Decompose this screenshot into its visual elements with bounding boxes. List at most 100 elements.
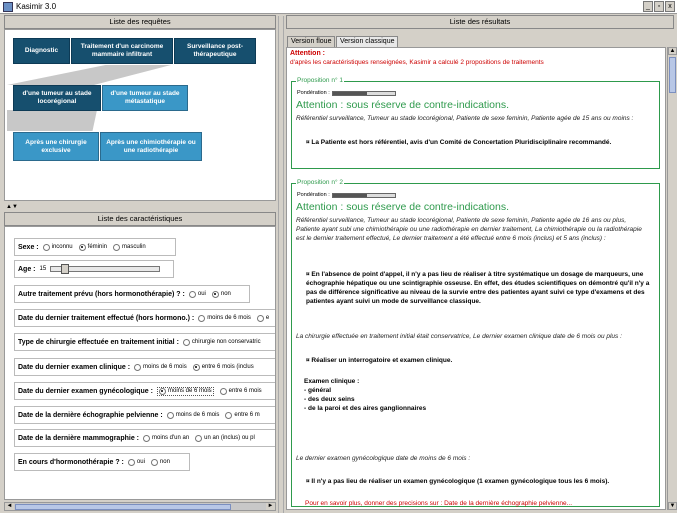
radio-icon: [127, 458, 135, 466]
date-echographie-label: Date de la dernière échographie pelvienn…: [18, 411, 163, 419]
requests-panel: Diagnostic Traitement d'un carcinome mam…: [4, 29, 276, 201]
date-echographie-option[interactable]: moins de 6 mois: [166, 411, 219, 419]
characteristics-panel: Sexe : inconnu féminin masculin Age : 15…: [4, 226, 276, 500]
maximize-button[interactable]: ▫: [654, 1, 664, 12]
proposition-2-warning: Attention : sous réserve de contre-indic…: [296, 201, 510, 213]
proposition-2-rec1: ¤ En l'absence de point d'appel, il n'y …: [306, 271, 650, 305]
sexe-row: Sexe : inconnu féminin masculin: [14, 238, 176, 256]
type-chirurgie-option[interactable]: chirurgie non conservatric: [182, 338, 261, 346]
scroll-left-icon[interactable]: ◄: [5, 503, 14, 510]
date-examen-clinique-option[interactable]: moins de 6 mois: [134, 363, 187, 371]
age-slider[interactable]: [50, 264, 161, 274]
date-examen-clinique-option[interactable]: entre 6 mois (inclus: [192, 363, 254, 371]
minimize-button[interactable]: _: [643, 1, 653, 12]
hormonotherapie-non[interactable]: non: [150, 458, 170, 466]
scroll-up-icon[interactable]: ▲: [668, 47, 677, 55]
date-dernier-traitement-row: Date du dernier traitement effectué (hor…: [14, 309, 275, 327]
request-locoregional[interactable]: d'une tumeur au stade locorégional: [13, 85, 101, 111]
request-traitement[interactable]: Traitement d'un carcinome mammaire infil…: [71, 38, 173, 64]
requests-panel-header: Liste des requêtes: [4, 15, 276, 29]
exam-title: Examen clinique :: [304, 378, 360, 385]
radio-selected-icon: [211, 290, 219, 298]
date-mammographie-row: Date de la dernière mammographie : moins…: [14, 429, 275, 447]
characteristics-horizontal-scrollbar[interactable]: ◄ ►: [4, 502, 276, 511]
autre-traitement-non[interactable]: non: [211, 290, 231, 298]
request-diagnostic[interactable]: Diagnostic: [13, 38, 70, 64]
proposition-2-context3: Le dernier examen gynécologique date de …: [296, 455, 471, 462]
ponderation-fill: [332, 193, 367, 197]
vertical-splitter[interactable]: [278, 16, 284, 513]
date-dernier-traitement-option[interactable]: moins de 6 mois: [198, 314, 251, 322]
date-mammographie-option[interactable]: un an (inclus) ou pl: [195, 434, 255, 442]
autre-traitement-oui[interactable]: oui: [188, 290, 206, 298]
date-examen-gyneco-option[interactable]: moins de 6 mois: [156, 386, 214, 396]
tab-version-floue[interactable]: Version floue: [287, 36, 336, 47]
date-echographie-option[interactable]: entre 6 m: [225, 411, 260, 419]
close-button[interactable]: x: [665, 1, 675, 12]
sexe-option-inconnu[interactable]: inconnu: [42, 243, 73, 251]
sexe-label: Sexe :: [18, 243, 39, 251]
date-examen-gyneco-row: Date du dernier examen gynécologique : m…: [14, 382, 275, 400]
request-connector: [7, 65, 171, 85]
scrollbar-thumb[interactable]: [15, 504, 231, 510]
date-examen-gyneco-label: Date du dernier examen gynécologique :: [18, 387, 153, 395]
autre-traitement-label: Autre traitement prévu (hors hormonothér…: [18, 290, 185, 298]
splitter-arrows-icon: ▲▼: [6, 204, 18, 210]
date-dernier-traitement-label: Date du dernier traitement effectué (hor…: [18, 314, 195, 322]
horizontal-splitter[interactable]: ▲▼: [4, 204, 276, 212]
ponderation-bar: [331, 90, 396, 96]
request-metastatique[interactable]: d'une tumeur au stade métastatique: [102, 85, 188, 111]
radio-selected-icon: [158, 387, 166, 395]
request-surveillance[interactable]: Surveillance post-thérapeutique: [174, 38, 256, 64]
window-title-bar: Kasimir 3.0 _ ▫ x: [0, 0, 677, 14]
age-label: Age :: [18, 265, 36, 273]
sexe-option-feminin[interactable]: féminin: [78, 243, 107, 251]
type-chirurgie-row: Type de chirurgie effectuée en traitemen…: [14, 333, 275, 351]
request-chimio-radio[interactable]: Après une chimiothérapie ou une radiothé…: [100, 132, 202, 161]
type-chirurgie-label: Type de chirurgie effectuée en traitemen…: [18, 338, 179, 346]
proposition-2-rec2: ¤ Réaliser un interrogatoire et examen c…: [306, 357, 453, 364]
date-examen-clinique-row: Date du dernier examen clinique : moins …: [14, 358, 275, 376]
proposition-1-recommendation: ¤ La Patiente est hors référentiel, avis…: [306, 139, 612, 146]
scroll-down-icon[interactable]: ▼: [668, 502, 677, 510]
radio-icon: [42, 243, 50, 251]
date-echographie-row: Date de la dernière échographie pelvienn…: [14, 406, 275, 424]
proposition-2-ponderation: Pondération :: [297, 192, 396, 198]
proposition-1-ponderation: Pondération :: [297, 90, 396, 96]
date-dernier-traitement-option[interactable]: e: [256, 314, 269, 322]
window-title: Kasimir 3.0: [16, 2, 57, 11]
radio-icon: [166, 411, 174, 419]
age-slider-thumb[interactable]: [61, 264, 70, 274]
proposition-1-legend: Proposition n° 1: [296, 77, 344, 84]
request-chirurgie-exclusive[interactable]: Après une chirurgie exclusive: [13, 132, 99, 161]
request-connector: [7, 110, 97, 131]
proposition-2-context: Référentiel surveillance, Tumeur au stad…: [296, 217, 642, 242]
radio-icon: [219, 387, 227, 395]
results-vertical-scrollbar[interactable]: ▲ ▼: [667, 47, 677, 510]
hormonotherapie-oui[interactable]: oui: [127, 458, 145, 466]
autre-traitement-row: Autre traitement prévu (hors hormonothér…: [14, 285, 250, 303]
date-mammographie-label: Date de la dernière mammographie :: [18, 434, 139, 442]
hormonotherapie-row: En cours d'hormonothérapie ? : oui non: [14, 453, 190, 471]
date-mammographie-option[interactable]: moins d'un an: [142, 434, 189, 442]
age-value: 15: [39, 266, 47, 272]
more-info-link[interactable]: Pour en savoir plus, donner des precisio…: [305, 500, 572, 507]
exam-item: - général: [304, 387, 332, 394]
app-icon: [3, 2, 13, 12]
hormonotherapie-label: En cours d'hormonothérapie ? :: [18, 458, 124, 466]
tab-version-classique[interactable]: Version classique: [336, 36, 399, 47]
proposition-2-legend: Proposition n° 2: [296, 179, 344, 186]
attention-text: d'après les caractéristiques renseignées…: [290, 59, 544, 66]
exam-item: - de la paroi et des aires ganglionnaire…: [304, 405, 427, 412]
sexe-option-masculin[interactable]: masculin: [113, 243, 146, 251]
ponderation-fill: [332, 91, 367, 95]
radio-icon: [188, 290, 196, 298]
radio-icon: [198, 314, 206, 322]
scroll-right-icon[interactable]: ►: [266, 503, 275, 510]
date-examen-gyneco-option[interactable]: entre 6 mois: [219, 387, 262, 395]
scrollbar-thumb[interactable]: [669, 57, 676, 93]
proposition-1-context: Référentiel surveillance, Tumeur au stad…: [296, 115, 634, 122]
proposition-1: Proposition n° 1 Pondération : Attention…: [291, 77, 660, 169]
proposition-1-warning: Attention : sous réserve de contre-indic…: [296, 99, 510, 111]
results-panel-header: Liste des résultats: [286, 15, 674, 29]
